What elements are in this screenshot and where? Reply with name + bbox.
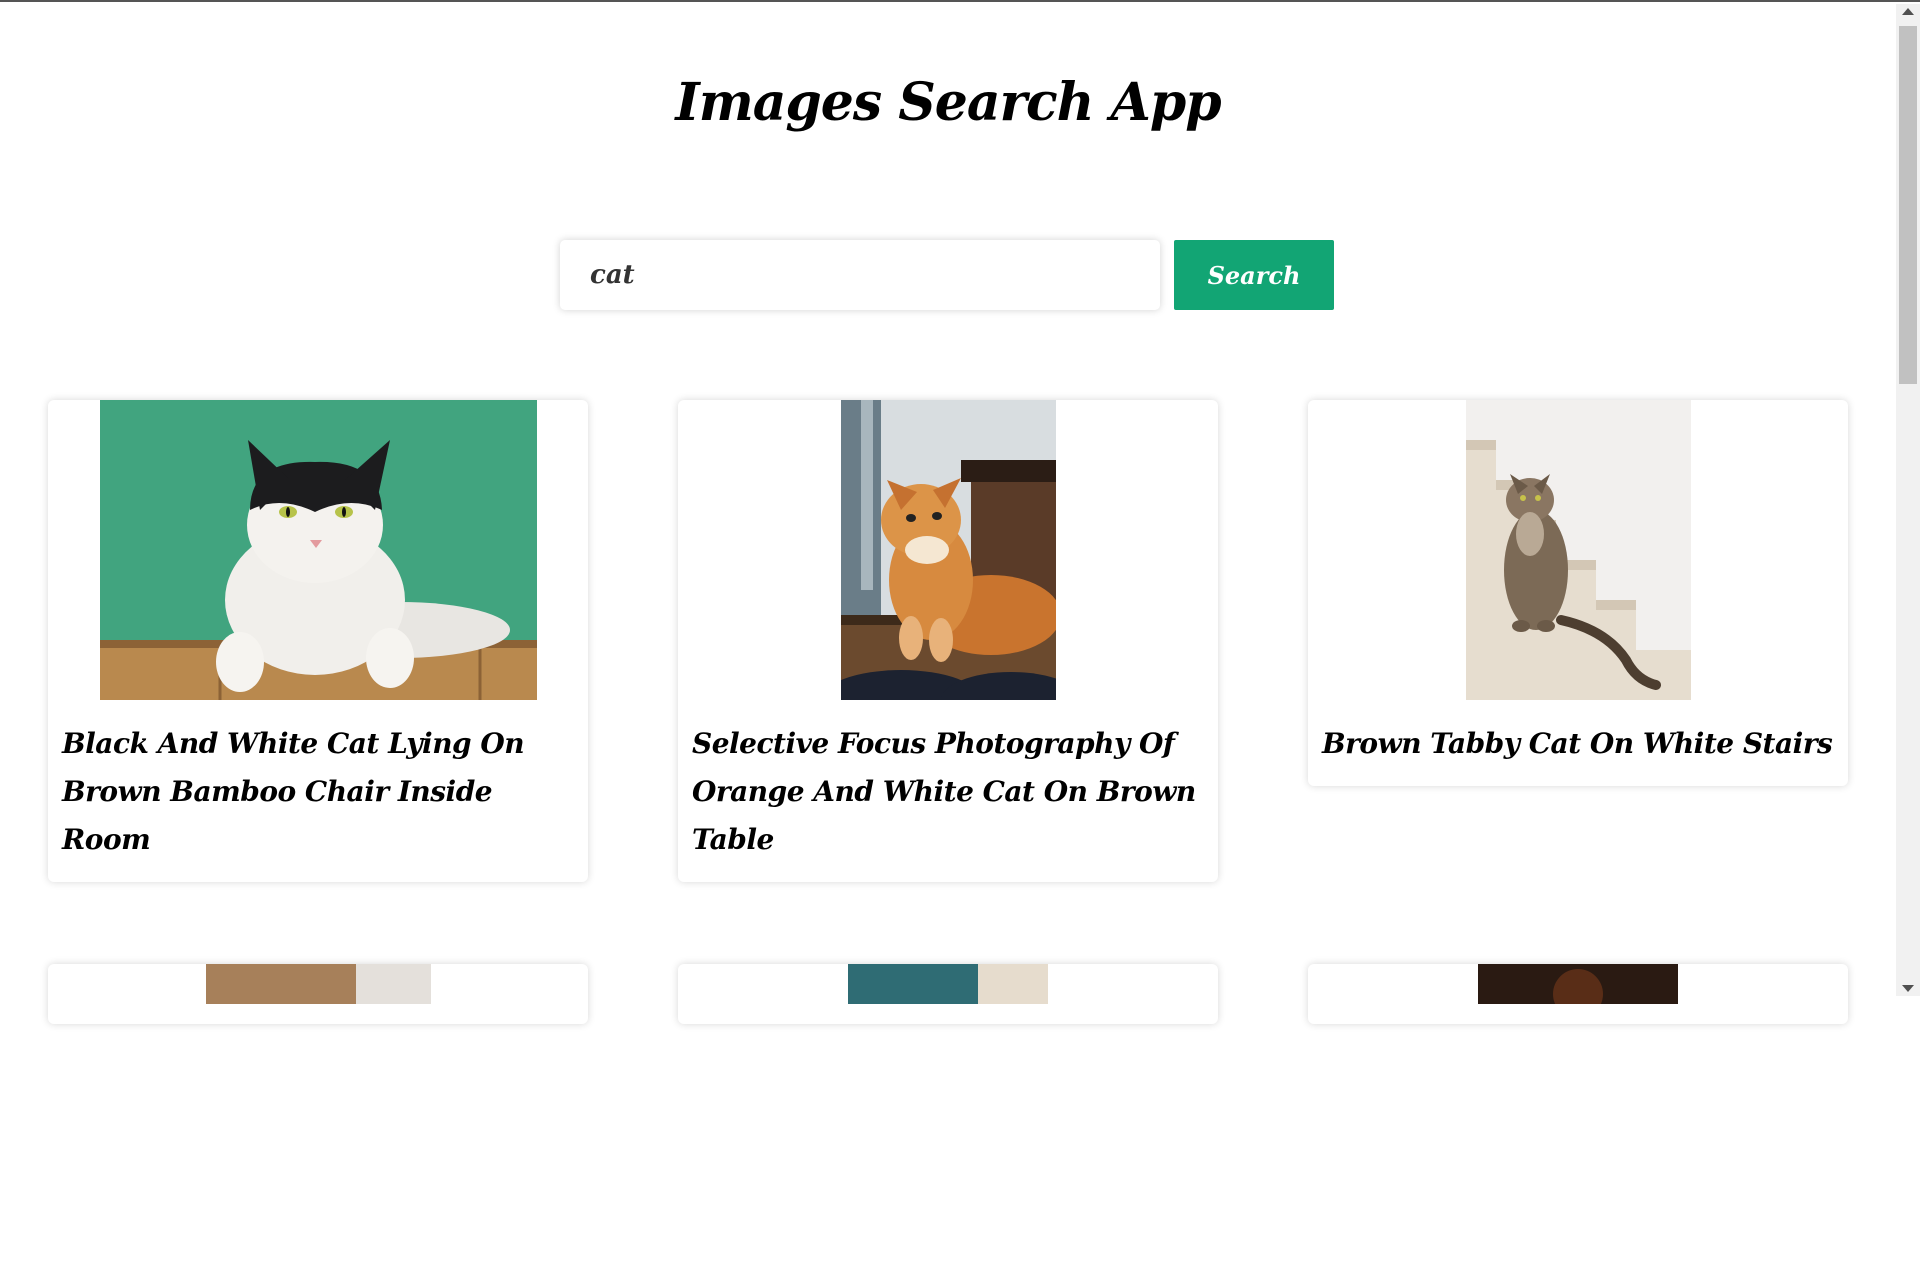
result-card[interactable]: Selective Focus Photography Of Orange An… <box>678 400 1218 882</box>
result-card[interactable] <box>678 964 1218 1024</box>
result-card[interactable] <box>48 964 588 1024</box>
scroll-down-arrow-icon[interactable] <box>1902 985 1914 992</box>
cat-photo-icon <box>840 400 1056 700</box>
cat-photo-icon <box>205 964 431 1004</box>
result-image[interactable] <box>678 400 1218 700</box>
result-image[interactable] <box>48 964 588 1264</box>
search-input[interactable] <box>560 240 1160 310</box>
scrollbar-thumb[interactable] <box>1899 26 1917 384</box>
page: Images Search App Search <box>0 2 1896 1024</box>
result-card[interactable]: Brown Tabby Cat On White Stairs <box>1308 400 1848 786</box>
cat-photo-icon <box>99 400 537 700</box>
result-image[interactable] <box>1308 964 1848 1264</box>
page-title: Images Search App <box>675 72 1221 133</box>
result-caption: Black And White Cat Lying On Brown Bambo… <box>62 727 525 856</box>
result-image[interactable] <box>1308 400 1848 700</box>
result-image[interactable] <box>678 964 1218 1264</box>
result-caption: Brown Tabby Cat On White Stairs <box>1322 727 1833 760</box>
result-caption: Selective Focus Photography Of Orange An… <box>692 727 1196 856</box>
result-image[interactable] <box>48 400 588 700</box>
cat-photo-icon <box>1478 964 1678 1004</box>
result-card[interactable]: Black And White Cat Lying On Brown Bambo… <box>48 400 588 882</box>
vertical-scrollbar[interactable] <box>1896 4 1920 996</box>
cat-photo-icon <box>848 964 1048 1004</box>
result-card[interactable] <box>1308 964 1848 1024</box>
scroll-up-arrow-icon[interactable] <box>1902 8 1914 15</box>
cat-photo-icon <box>1465 400 1691 700</box>
search-button[interactable]: Search <box>1174 240 1334 310</box>
